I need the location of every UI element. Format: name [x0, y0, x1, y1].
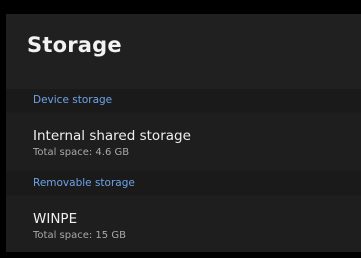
storage-item-total-space: Total space: 4.6 GB: [33, 147, 130, 158]
storage-item-winpe[interactable]: WINPE Total space: 15 GB: [6, 196, 361, 252]
storage-item-total-space: Total space: 15 GB: [33, 230, 126, 241]
section-header-label: Removable storage: [33, 177, 135, 189]
section-header-removable-storage: Removable storage: [6, 172, 361, 195]
screen-bezel-top: [0, 0, 361, 14]
page-title: Storage: [27, 33, 122, 57]
storage-settings-screen: Storage Device storage Internal shared s…: [0, 0, 361, 258]
storage-item-name: Internal shared storage: [33, 128, 191, 144]
storage-item-name: WINPE: [33, 211, 78, 227]
section-header-label: Device storage: [33, 94, 113, 106]
screen-bezel-bottom: [0, 252, 361, 258]
storage-item-internal-shared-storage[interactable]: Internal shared storage Total space: 4.6…: [6, 113, 361, 170]
section-header-device-storage: Device storage: [6, 89, 361, 112]
